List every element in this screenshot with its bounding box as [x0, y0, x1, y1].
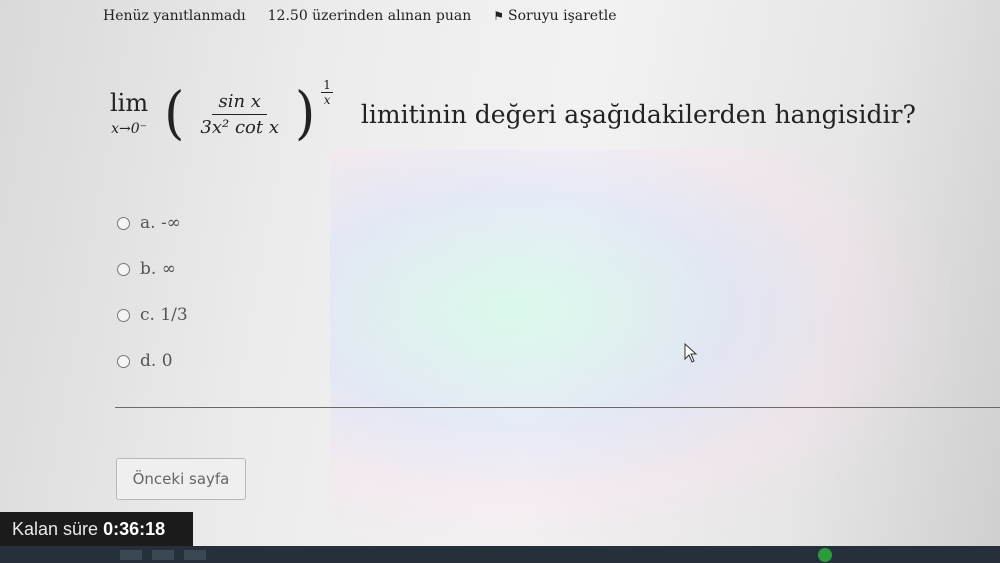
answer-options: a. -∞ b. ∞ c. 1/3 d. 0 — [117, 200, 188, 384]
fraction-denominator: 3x² cot x — [200, 116, 279, 138]
flag-icon: ⚑ — [493, 9, 504, 23]
mouse-cursor-icon — [684, 343, 698, 363]
option-c[interactable]: c. 1/3 — [117, 292, 188, 338]
section-divider — [115, 407, 1000, 408]
left-paren: ( — [164, 81, 185, 147]
exponent-denominator: x — [323, 93, 331, 107]
taskbar-app-icon[interactable] — [184, 550, 206, 560]
right-paren: ) — [294, 81, 316, 147]
radio-button[interactable] — [117, 216, 130, 230]
radio-button[interactable] — [117, 354, 130, 368]
os-taskbar — [0, 546, 1000, 563]
option-label: c. 1/3 — [140, 305, 188, 325]
chrome-icon[interactable] — [818, 548, 832, 562]
radio-button[interactable] — [117, 308, 130, 322]
question-info-bar: Henüz yanıtlanmadı 12.50 üzerinden alına… — [103, 8, 616, 24]
flag-question-label: Soruyu işaretle — [508, 8, 617, 24]
timer-label: Kalan süre — [12, 518, 99, 539]
exponent-numerator: 1 — [321, 78, 333, 93]
question-status: Henüz yanıtlanmadı — [103, 8, 246, 24]
option-label: b. ∞ — [140, 259, 176, 279]
radio-button[interactable] — [117, 262, 130, 276]
question-points: 12.50 üzerinden alınan puan — [267, 8, 472, 24]
option-label: d. 0 — [140, 351, 173, 371]
previous-page-button[interactable]: Önceki sayfa — [116, 458, 246, 500]
fraction-numerator: sin x — [212, 91, 267, 115]
flag-question-link[interactable]: ⚑ Soruyu işaretle — [493, 8, 616, 24]
option-d[interactable]: d. 0 — [117, 338, 188, 384]
taskbar-app-icon[interactable] — [120, 550, 142, 560]
lim-subscript: x→0⁻ — [111, 121, 148, 137]
option-label: a. -∞ — [140, 213, 181, 233]
question-text: limitinin değeri aşağıdakilerden hangisi… — [360, 99, 916, 129]
taskbar-icons — [120, 550, 206, 560]
timer-value: 0:36:18 — [103, 518, 166, 539]
option-b[interactable]: b. ∞ — [117, 246, 188, 292]
limit-operator: lim x→0⁻ — [110, 91, 148, 137]
screen-glare — [330, 150, 950, 550]
option-a[interactable]: a. -∞ — [117, 200, 188, 246]
taskbar-app-icon[interactable] — [152, 550, 174, 560]
remaining-time-box: Kalan süre 0:36:18 — [0, 512, 193, 546]
question-text-block: lim x→0⁻ ( sin x 3x² cot x ) 1 x limitin… — [110, 78, 916, 147]
exponent-fraction: 1 x — [321, 78, 333, 107]
base-fraction: sin x 3x² cot x — [194, 91, 285, 138]
lim-word: lim — [110, 89, 149, 117]
